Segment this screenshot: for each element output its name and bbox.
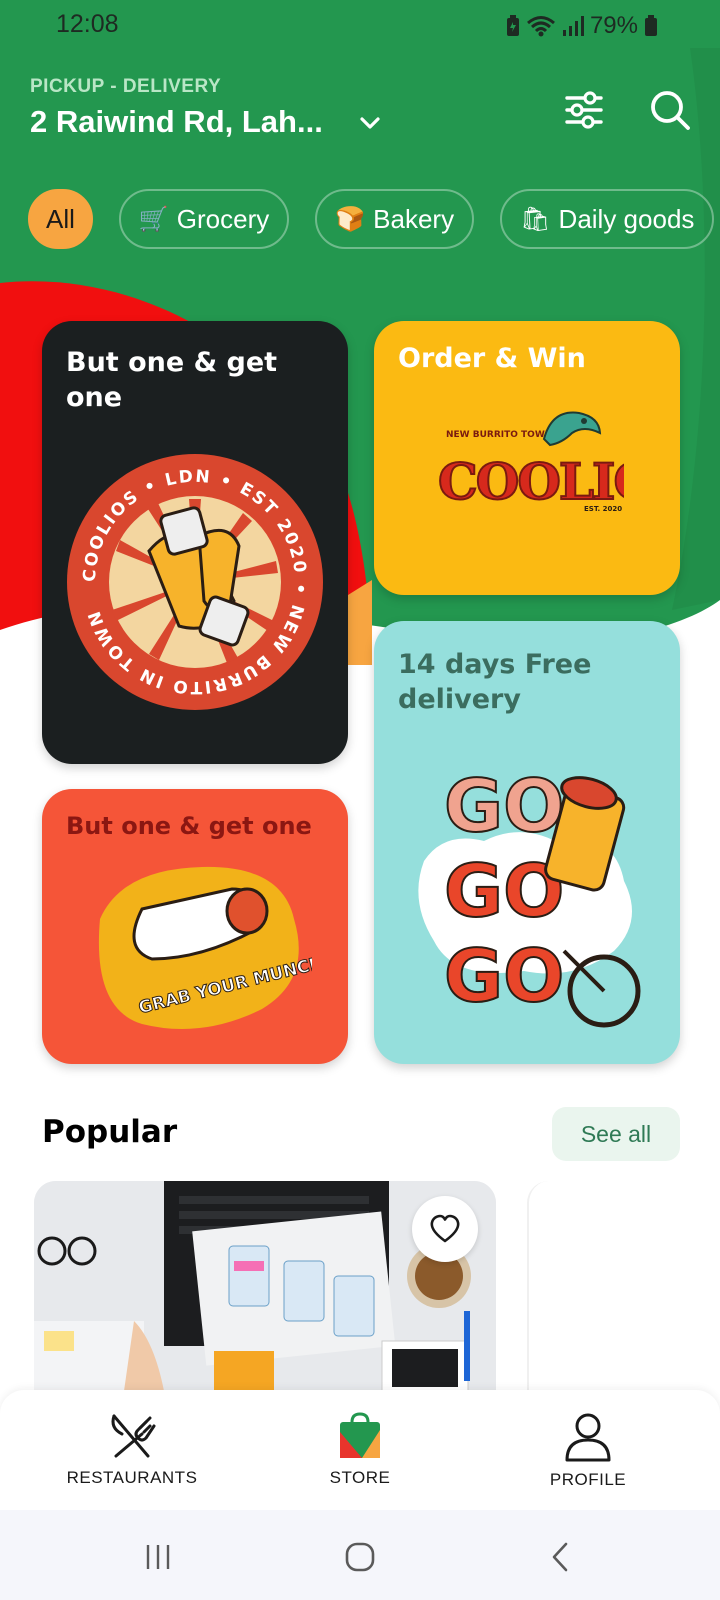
promo-title: Order & Win (398, 343, 586, 374)
chevron-down-icon[interactable] (357, 110, 383, 141)
munchies-sticker-image: GRAB YOUR MUNCHIES (98, 866, 312, 1029)
search-button[interactable] (646, 86, 694, 134)
fork-knife-icon (111, 1414, 156, 1458)
chip-label: All (46, 203, 75, 234)
nav-label: PROFILE (549, 1470, 627, 1489)
coolios-badge-image: COOLIOS • LDN • EST 2020 • NEW BURRITO I… (67, 454, 323, 710)
pickup-delivery-label: PICKUP - DELIVERY (30, 76, 222, 97)
wifi-icon (526, 16, 555, 37)
back-button[interactable] (530, 1532, 590, 1582)
store-bag-icon (340, 1412, 380, 1458)
promo-card-munchies[interactable]: But one & get one GRAB YOUR MUNCHIES (42, 789, 348, 1064)
promo-card-bogo[interactable]: But one & get one COOLIOS • LDN • EST 20… (42, 321, 348, 764)
favorite-button[interactable] (412, 1196, 478, 1262)
shopping-bags-icon: 🛍 (520, 205, 551, 233)
chip-grocery[interactable]: 🛒 Grocery (118, 189, 290, 249)
battery-icon (645, 15, 657, 36)
system-navigation-bar (0, 1510, 720, 1600)
popular-heading: Popular (42, 1114, 178, 1150)
promo-title: But one & get one (66, 347, 278, 413)
battery-saver-icon (506, 15, 519, 36)
chip-label: Bakery (373, 203, 455, 234)
nav-label: RESTAURANTS (66, 1468, 198, 1487)
chip-daily-goods[interactable]: 🛍 Daily goods (500, 189, 715, 249)
nav-profile[interactable]: PROFILE (488, 1412, 688, 1490)
nav-store[interactable]: STORE (260, 1412, 460, 1488)
signal-icon (562, 16, 584, 36)
status-icons: 79% (506, 12, 658, 40)
nav-restaurants[interactable]: RESTAURANTS (32, 1412, 232, 1488)
chip-label: Daily goods (558, 203, 695, 234)
chip-bakery[interactable]: 🍞 Bakery (315, 189, 475, 249)
address-selector[interactable]: 2 Raiwind Rd, Lah... (30, 104, 323, 140)
status-bar: 12:08 79% (0, 0, 720, 50)
back-icon (552, 1542, 568, 1572)
promo-card-free-delivery[interactable]: 14 days Free delivery GO GO GO (374, 621, 680, 1064)
promo-title: 14 days Free delivery (398, 649, 592, 715)
see-all-button[interactable]: See all (552, 1107, 680, 1161)
go-text-1: GO (444, 764, 564, 848)
search-icon (651, 91, 690, 130)
bottom-navigation: RESTAURANTS STORE PROFILE (0, 1390, 720, 1510)
battery-percent: 79% (589, 12, 638, 39)
coolios-est: EST. 2020 (584, 505, 622, 513)
status-time: 12:08 (56, 10, 119, 38)
recent-apps-icon (146, 1545, 170, 1569)
bread-icon: 🍞 (335, 205, 366, 233)
go-go-go-image: GO GO GO (418, 763, 641, 1028)
filter-sliders-icon (565, 91, 603, 129)
nav-label: STORE (329, 1468, 391, 1487)
popular-item-card-next[interactable] (527, 1181, 720, 1391)
promo-title: But one & get one (66, 812, 312, 840)
heart-icon (430, 1214, 460, 1243)
category-chips: All 🛒 Grocery 🍞 Bakery 🛍 Daily goods (28, 189, 720, 251)
filter-button[interactable] (560, 86, 608, 134)
chip-label: Grocery (176, 203, 270, 234)
home-icon (345, 1542, 375, 1572)
coolios-logo-image: NEW BURRITO TOWN COOLIOS EST. 2020 (437, 411, 624, 513)
person-icon (565, 1413, 611, 1462)
coolios-subtitle: NEW BURRITO TOWN (446, 430, 552, 440)
home-button[interactable] (330, 1532, 390, 1582)
chip-all[interactable]: All (28, 189, 93, 249)
recent-apps-button[interactable] (128, 1532, 188, 1582)
coolios-wordmark: COOLIOS (438, 452, 624, 511)
promo-card-order-win[interactable]: Order & Win NEW BURRITO TOWN COOLIOS EST… (374, 321, 680, 595)
cart-icon: 🛒 (138, 205, 169, 233)
go-text-3: GO (444, 934, 564, 1018)
